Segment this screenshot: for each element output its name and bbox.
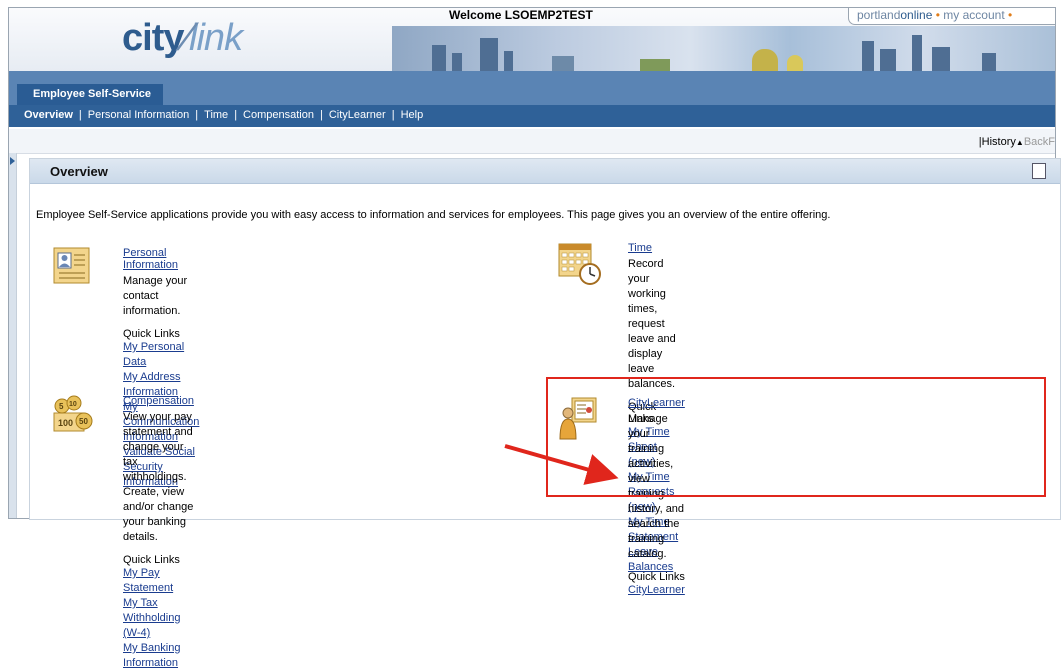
- skyline-banner-image: [392, 26, 1055, 71]
- my-address-information-link[interactable]: My Address Information: [123, 371, 180, 398]
- my-pay-statement-link[interactable]: My Pay Statement: [123, 567, 173, 594]
- panel-title: Overview: [50, 164, 108, 179]
- intro-text: Employee Self-Service applications provi…: [36, 209, 831, 221]
- navigation-panel-toggle[interactable]: [9, 153, 17, 518]
- history-bar: |History▲BackF: [9, 129, 1055, 154]
- my-tax-withholding-link[interactable]: My Tax Withholding (W-4): [123, 597, 180, 639]
- compensation-link[interactable]: Compensation: [123, 395, 194, 407]
- time-desc: Record your working times, request leave…: [628, 258, 676, 390]
- portal-links: portlandonline • my account •: [848, 8, 1055, 25]
- citylearner-quick-link[interactable]: CityLearner: [628, 584, 685, 596]
- svg-text:100: 100: [58, 418, 73, 428]
- time-link[interactable]: Time: [628, 242, 652, 254]
- nav-citylearner[interactable]: CityLearner: [329, 105, 386, 126]
- welcome-message: Welcome LSOEMP2TEST: [449, 8, 593, 22]
- personal-information-link[interactable]: Personal Information: [123, 247, 178, 271]
- my-account-link[interactable]: my account: [943, 8, 1004, 22]
- compensation-desc: View your pay statement and change your …: [123, 411, 194, 543]
- quick-links-label: Quick Links: [123, 328, 180, 340]
- sub-navigation: Overview | Personal Information | Time | Compe…: [9, 105, 1055, 127]
- personal-info-icon: [53, 247, 90, 284]
- nav-overview[interactable]: Overview: [9, 105, 73, 126]
- svg-text:10: 10: [69, 401, 77, 408]
- annotation-arrow-icon: [504, 444, 619, 485]
- tab-employee-self-service[interactable]: Employee Self-Service: [17, 84, 164, 105]
- portlandonline-link[interactable]: portlandonline: [857, 8, 932, 22]
- my-banking-information-link[interactable]: My Banking Information: [123, 642, 180, 669]
- panel-options-icon[interactable]: [1032, 163, 1046, 179]
- nav-compensation[interactable]: Compensation: [243, 105, 314, 126]
- svg-text:5: 5: [59, 402, 64, 411]
- back-button[interactable]: BackF: [1024, 136, 1055, 148]
- quick-links-label: Quick Links: [628, 571, 685, 583]
- header-banner: city/link Welcome LSOEMP2TEST portlandon…: [9, 8, 1055, 72]
- svg-text:50: 50: [79, 417, 88, 426]
- my-personal-data-link[interactable]: My Personal Data: [123, 341, 184, 368]
- history-dropdown[interactable]: History: [982, 136, 1016, 148]
- expand-arrow-icon: [10, 157, 15, 165]
- quick-links-label: Quick Links: [123, 554, 180, 566]
- compensation-coins-icon: 100 5 10 50: [53, 395, 93, 432]
- panel-header: Overview: [30, 159, 1060, 184]
- history-controls: |History▲BackF: [978, 136, 1055, 148]
- nav-help[interactable]: Help: [401, 105, 424, 126]
- citylink-logo[interactable]: city/link: [122, 17, 243, 60]
- nav-time[interactable]: Time: [204, 105, 228, 126]
- nav-personal-information[interactable]: Personal Information: [88, 105, 190, 126]
- personal-information-desc: Manage your contact information.: [123, 275, 188, 317]
- top-navigation: Employee Self-Service: [9, 71, 1055, 105]
- time-calendar-clock-icon: [558, 243, 601, 285]
